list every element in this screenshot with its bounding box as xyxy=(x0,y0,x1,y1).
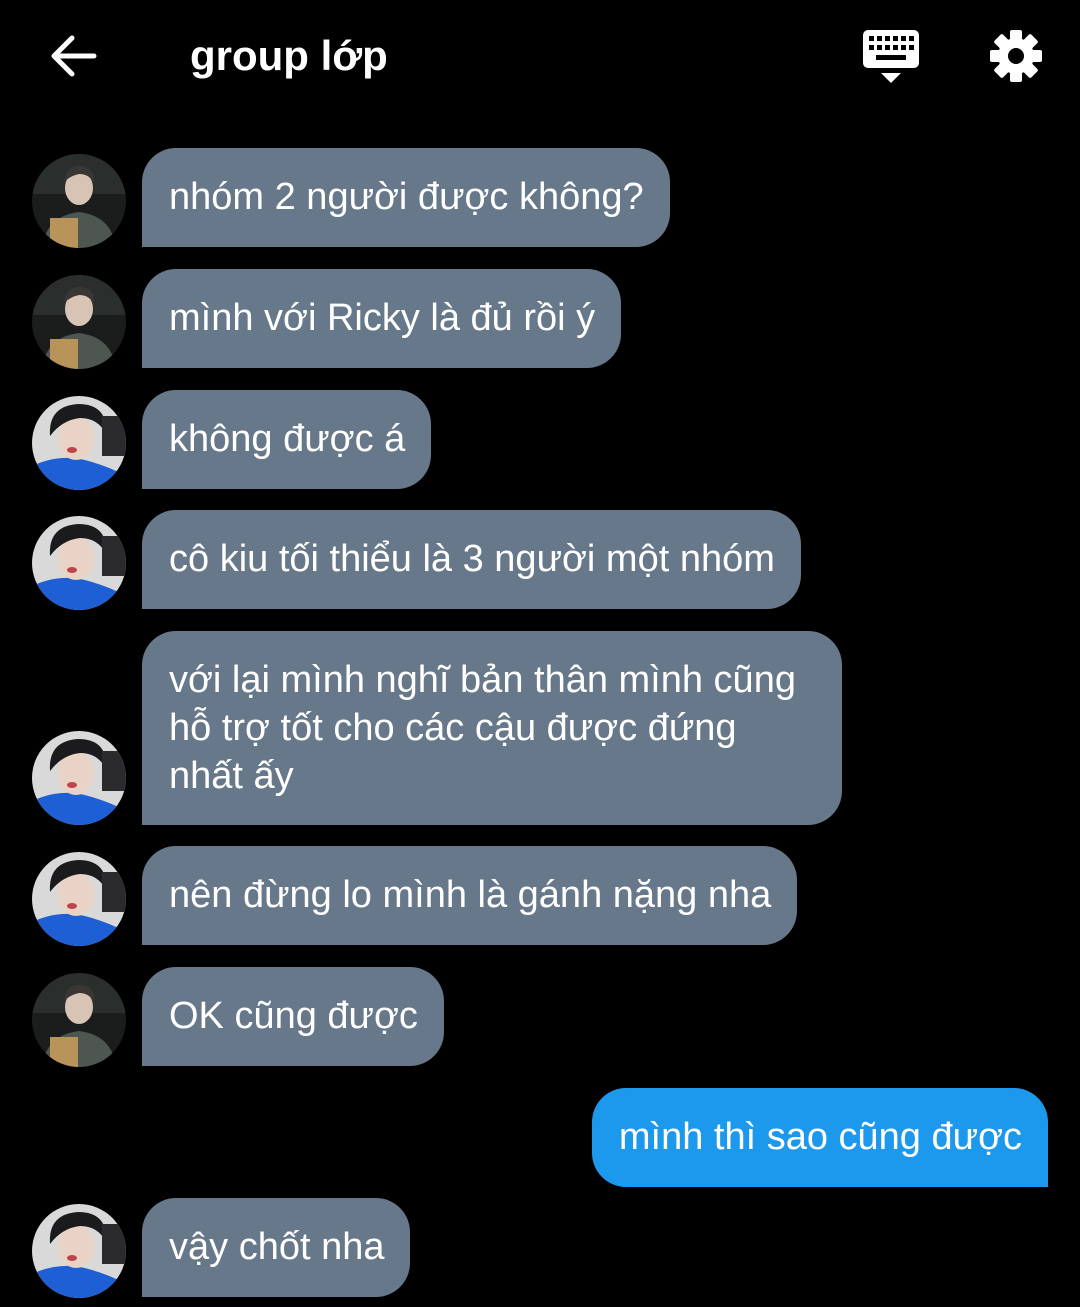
chat-screen: group lớp nhóm 2 người được không? mình … xyxy=(0,0,1080,1307)
avatar[interactable] xyxy=(32,516,126,610)
keyboard-icon xyxy=(863,30,919,83)
chat-header: group lớp xyxy=(0,0,1080,110)
message-bubble[interactable]: nên đừng lo mình là gánh nặng nha xyxy=(142,846,798,945)
gear-icon xyxy=(990,30,1042,82)
message-bubble[interactable]: nhóm 2 người được không? xyxy=(142,148,670,247)
message-bubble[interactable]: với lại mình nghĩ bản thân mình cũng hỗ … xyxy=(142,631,842,825)
settings-button[interactable] xyxy=(986,26,1048,86)
message-bubble[interactable]: mình với Ricky là đủ rồi ý xyxy=(142,269,622,368)
message-bubble[interactable]: không được á xyxy=(142,390,432,489)
message-bubble[interactable]: OK cũng được xyxy=(142,967,444,1066)
chat-title: group lớp xyxy=(190,32,388,79)
avatar[interactable] xyxy=(32,396,126,490)
keyboard-button[interactable] xyxy=(860,26,922,86)
message-bubble-mine[interactable]: mình thì sao cũng được xyxy=(591,1088,1048,1187)
avatar[interactable] xyxy=(32,275,126,369)
avatar[interactable] xyxy=(32,852,126,946)
message-bubble[interactable]: vậy chốt nha xyxy=(142,1198,411,1297)
avatar[interactable] xyxy=(32,1204,126,1298)
avatar[interactable] xyxy=(32,154,126,248)
message-bubble[interactable]: cô kiu tối thiểu là 3 người một nhóm xyxy=(142,510,801,609)
avatar[interactable] xyxy=(32,973,126,1067)
back-button[interactable] xyxy=(44,28,104,84)
avatar[interactable] xyxy=(32,731,126,825)
arrow-left-icon xyxy=(51,35,97,77)
